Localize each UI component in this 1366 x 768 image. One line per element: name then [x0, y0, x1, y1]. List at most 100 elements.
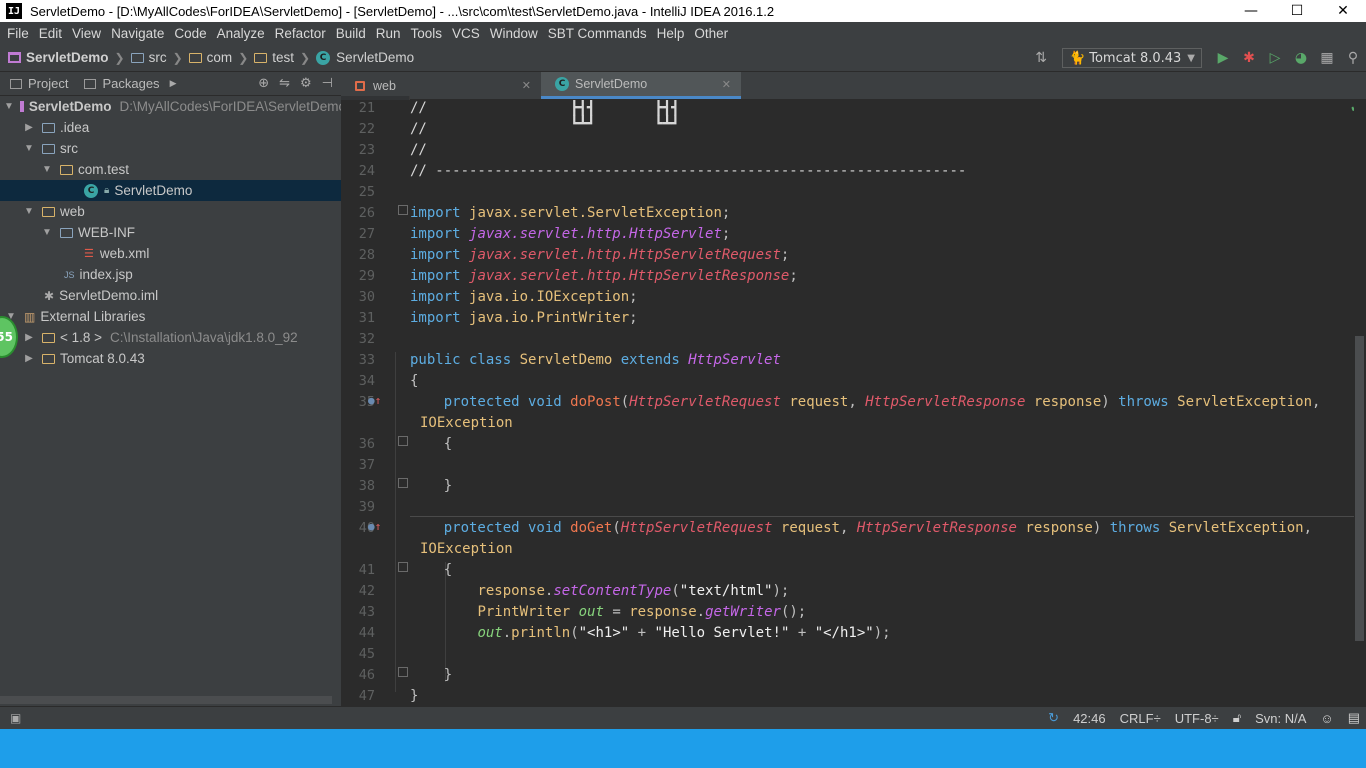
line-number: 23 [358, 142, 375, 158]
menu-build[interactable]: Build [331, 26, 371, 41]
line-number: 38 [358, 478, 375, 494]
collapsed-arrow-icon[interactable]: ▶ [22, 332, 36, 343]
menu-other[interactable]: Other [689, 26, 733, 41]
tree-item-web-inf[interactable]: ▼ WEB-INF [0, 222, 341, 243]
breadcrumb-class[interactable]: ServletDemo [336, 50, 414, 65]
menu-refactor[interactable]: Refactor [270, 26, 331, 41]
sort-icon[interactable]: ⇅ [1028, 45, 1054, 71]
close-icon[interactable]: ✕ [722, 78, 731, 91]
menu-help[interactable]: Help [652, 26, 690, 41]
fold-marker-icon[interactable] [398, 478, 408, 488]
debug-button[interactable]: ✱ [1236, 45, 1262, 71]
code-line: import java.io.PrintWriter; [410, 310, 638, 326]
breadcrumb-com[interactable]: com [207, 50, 233, 65]
expanded-arrow-icon[interactable]: ▼ [4, 101, 14, 112]
tool-windows-icon[interactable]: ▣ [10, 711, 21, 725]
fold-marker-icon[interactable] [398, 667, 408, 677]
expanded-arrow-icon[interactable]: ▼ [22, 143, 36, 154]
line-number: 47 [358, 688, 375, 704]
menu-analyze[interactable]: Analyze [212, 26, 270, 41]
code-line: PrintWriter out = response.getWriter(); [477, 604, 807, 620]
tree-item-servletdemo-class[interactable]: C 🔒︎ ServletDemo [0, 180, 341, 201]
line-number: 37 [358, 457, 375, 473]
line-separator[interactable]: CRLF÷ [1120, 711, 1161, 726]
fold-marker-icon[interactable] [398, 436, 408, 446]
breadcrumb-project[interactable]: ServletDemo [26, 50, 109, 65]
close-window-button[interactable]: ✕ [1320, 0, 1366, 22]
tree-item-tomcat[interactable]: ▶ Tomcat 8.0.43 [0, 348, 341, 369]
scrollbar-thumb[interactable] [1355, 336, 1364, 641]
tab-web[interactable]: web ✕ [341, 72, 541, 99]
menu-edit[interactable]: Edit [34, 26, 67, 41]
tree-item-label: web.xml [99, 246, 150, 261]
menu-tools[interactable]: Tools [406, 26, 448, 41]
run-button[interactable]: ▶ [1210, 45, 1236, 71]
caret-position[interactable]: 42:46 [1073, 711, 1106, 726]
profile-button[interactable]: ◕ [1288, 45, 1314, 71]
fold-marker-icon[interactable] [398, 205, 408, 215]
tree-item-idea[interactable]: ▶ .idea [0, 117, 341, 138]
maximize-button[interactable]: ☐ [1274, 0, 1320, 22]
expanded-arrow-icon[interactable]: ▼ [22, 206, 36, 217]
search-icon[interactable]: ⚲ [1340, 45, 1366, 71]
menu-view[interactable]: View [67, 26, 106, 41]
tab-servletdemo[interactable]: C ServletDemo ✕ [541, 72, 741, 99]
collapse-all-icon[interactable]: ⇋ [279, 76, 290, 91]
line-number: 31 [358, 310, 375, 326]
fold-marker-icon[interactable] [398, 562, 408, 572]
minimize-button[interactable]: — [1228, 0, 1274, 22]
breadcrumb-test[interactable]: test [272, 50, 294, 65]
line-number: 28 [358, 247, 375, 263]
menu-code[interactable]: Code [169, 26, 211, 41]
menu-window[interactable]: Window [485, 26, 543, 41]
web-module-icon [355, 80, 365, 91]
tree-item-src[interactable]: ▼ src [0, 138, 341, 159]
code-editor[interactable]: 21 22 23 24 25 26 27 28 29 30 31 32 33 3… [341, 100, 1354, 706]
line-number: 25 [358, 184, 375, 200]
tab-packages[interactable]: Packages [74, 76, 165, 91]
hector-icon[interactable]: ☺ [1320, 711, 1333, 726]
override-marker-icon[interactable]: ●↑ [368, 394, 381, 407]
tree-item-jdk[interactable]: ▶ < 1.8 > C:\Installation\Java\jdk1.8.0_… [0, 327, 341, 348]
editor-vertical-scrollbar[interactable] [1354, 100, 1366, 706]
menu-file[interactable]: File [2, 26, 34, 41]
tree-item-external-libraries[interactable]: ▼ ▥ External Libraries [0, 306, 341, 327]
tree-item-index-jsp[interactable]: JS index.jsp [0, 264, 341, 285]
tree-item-web[interactable]: ▼ web [0, 201, 341, 222]
tree-item-web-xml[interactable]: ☰ web.xml [0, 243, 341, 264]
tree-item-com-test[interactable]: ▼ com.test [0, 159, 341, 180]
project-view-icon [10, 78, 22, 89]
menu-run[interactable]: Run [371, 26, 406, 41]
menu-sbt-commands[interactable]: SBT Commands [543, 26, 652, 41]
intellij-logo-icon: IJ [6, 3, 22, 19]
expanded-arrow-icon[interactable]: ▼ [40, 164, 54, 175]
vcs-status[interactable]: Svn: N/A [1255, 711, 1306, 726]
gear-icon[interactable]: ⚙ [300, 76, 312, 91]
event-log-icon[interactable]: ▤ [1348, 710, 1360, 726]
collapsed-arrow-icon[interactable]: ▶ [22, 353, 36, 364]
breadcrumb-src[interactable]: src [149, 50, 167, 65]
close-icon[interactable]: ✕ [522, 79, 531, 92]
code-line: public class ServletDemo extends HttpSer… [410, 352, 781, 368]
tab-project[interactable]: Project [0, 76, 74, 91]
window-title: ServletDemo - [D:\MyAllCodes\ForIDEA\Ser… [30, 3, 775, 19]
run-with-coverage-button[interactable]: ▷ [1262, 45, 1288, 71]
locate-icon[interactable]: ⊕ [258, 76, 269, 91]
tab-overflow-icon[interactable]: ▶ [170, 79, 177, 89]
override-marker-icon[interactable]: ●↑ [368, 520, 381, 533]
file-encoding[interactable]: UTF-8÷ [1175, 711, 1219, 726]
menu-vcs[interactable]: VCS [447, 26, 485, 41]
sync-icon[interactable]: ↻ [1048, 710, 1059, 726]
hide-panel-icon[interactable]: ⊣ [322, 76, 333, 91]
lock-icon[interactable]: 🔓︎ [1233, 710, 1241, 726]
tree-item-iml[interactable]: ✱ ServletDemo.iml [0, 285, 341, 306]
code-line: } [443, 667, 453, 683]
menu-navigate[interactable]: Navigate [106, 26, 169, 41]
code-line: } [443, 478, 453, 494]
collapsed-arrow-icon[interactable]: ▶ [22, 122, 36, 133]
expanded-arrow-icon[interactable]: ▼ [40, 227, 54, 238]
project-structure-button[interactable]: ▦ [1314, 45, 1340, 71]
run-config-select[interactable]: 🐈 Tomcat 8.0.43 ▼ [1062, 48, 1202, 68]
sidebar-horizontal-scrollbar[interactable] [0, 696, 332, 704]
tree-item-project[interactable]: ▼ ServletDemo D:\MyAllCodes\ForIDEA\Serv… [0, 96, 341, 117]
